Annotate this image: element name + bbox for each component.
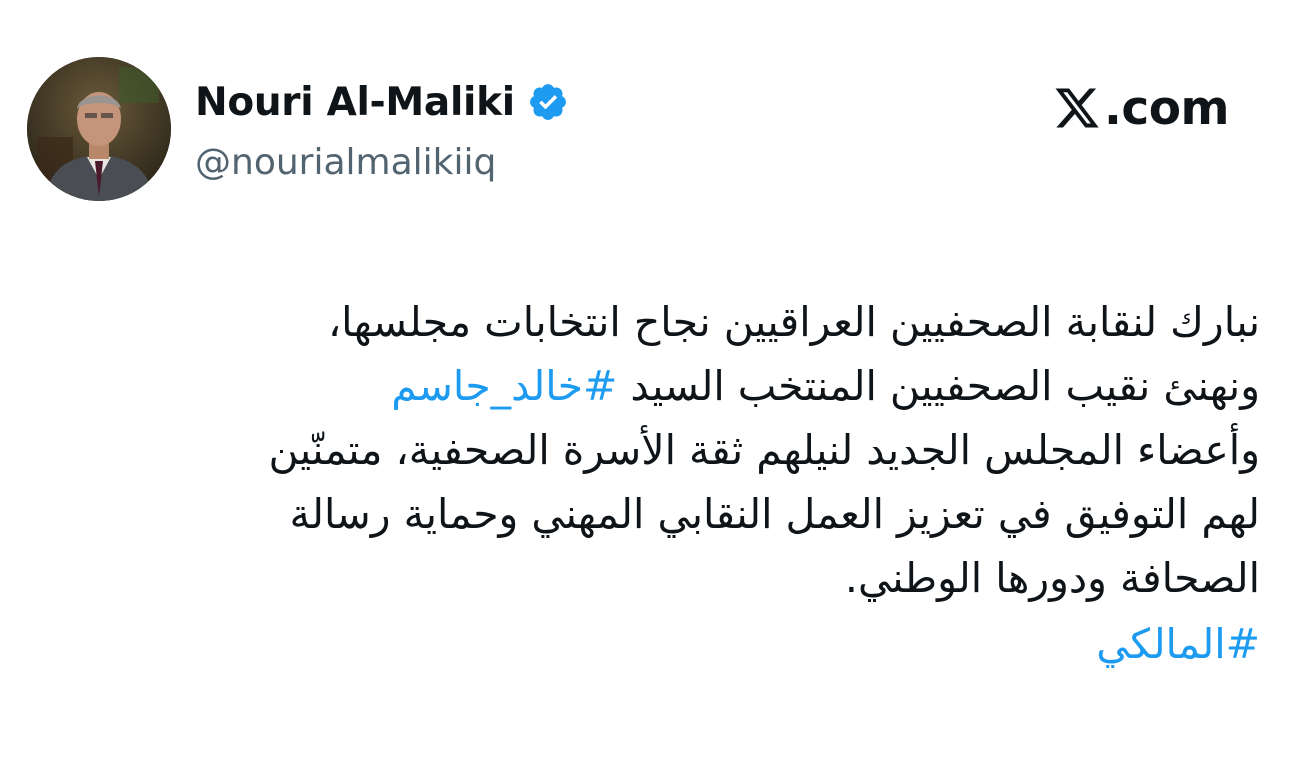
tweet-line-1: نبارك لنقابة الصحفيين العراقيين نجاح انت… [327, 298, 1260, 346]
name-row: Nouri Al-Maliki [195, 76, 569, 128]
avatar[interactable] [27, 57, 171, 201]
tweet-card: Nouri Al-Maliki @nourialmalikiiq .com نب… [0, 0, 1290, 763]
tweet-line-2-text: ونهنئ نقيب الصحفيين المنتخب السيد [617, 362, 1260, 410]
tweet-text: نبارك لنقابة الصحفيين العراقيين نجاح انت… [20, 290, 1261, 676]
brand-domain: .com [1104, 80, 1229, 136]
tweet-line-2: ونهنئ نقيب الصحفيين المنتخب السيد #خالد_… [20, 354, 1260, 418]
user-handle[interactable]: @nourialmalikiiq [195, 142, 569, 183]
tweet-line-5: الصحافة ودورها الوطني. [844, 554, 1260, 602]
tweet-line-3: وأعضاء المجلس الجديد لنيلهم ثقة الأسرة ا… [268, 426, 1261, 474]
tweet-line-4: لهم التوفيق في تعزيز العمل النقابي المهن… [289, 490, 1260, 538]
x-com-watermark: .com [1052, 78, 1229, 138]
hashtag-almaliki[interactable]: #المالكي [20, 612, 1260, 676]
hashtag-khalid-jassim[interactable]: #خالد_جاسم [391, 362, 617, 410]
author-block: Nouri Al-Maliki @nourialmalikiiq [195, 76, 569, 183]
verified-badge-icon [527, 81, 569, 123]
x-logo-icon [1052, 84, 1102, 132]
avatar-portrait-image [27, 57, 171, 201]
display-name[interactable]: Nouri Al-Maliki [195, 80, 515, 125]
